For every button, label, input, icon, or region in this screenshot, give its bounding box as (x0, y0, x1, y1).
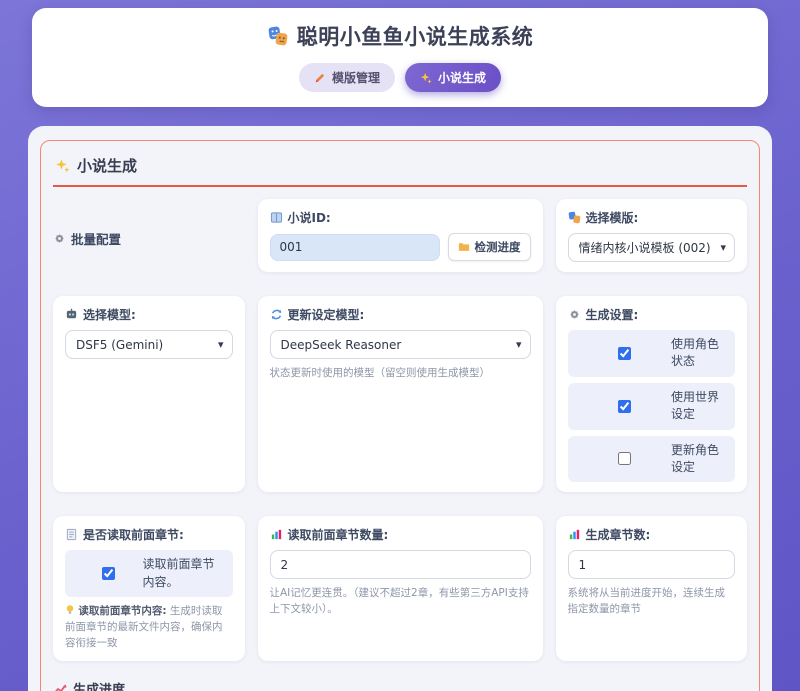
template-panel: 选择模版: 情绪内核小说模板 (002) ▾ (556, 199, 748, 272)
gen-count-panel: 生成章节数: 系统将从当前进度开始，连续生成指定数量的章节 (556, 516, 748, 661)
novel-id-input[interactable] (270, 234, 440, 261)
update-model-label: 更新设定模型: (270, 306, 531, 323)
page: 聪明小鱼鱼小说生成系统 模版管理 小说生成 (0, 0, 800, 691)
gen-settings-label: 生成设置: (568, 306, 736, 323)
pencil-icon (314, 72, 326, 84)
theater-masks-icon (568, 211, 581, 224)
folder-icon (458, 241, 470, 253)
novel-id-label: 小说ID: (270, 209, 531, 226)
read-prev-row: 读取前面章节内容。 (65, 550, 233, 597)
update-model-panel: 更新设定模型: DeepSeek Reasoner ▾ 状态更新时使用的模型（留… (258, 296, 543, 492)
lightbulb-icon (65, 604, 75, 615)
template-label: 选择模版: (568, 209, 736, 226)
gear-icon (53, 232, 66, 245)
use-world-setting-row: 使用世界设定 (568, 383, 736, 430)
bar-chart-icon (270, 528, 283, 541)
tab-row: 模版管理 小说生成 (42, 63, 758, 92)
robot-icon (65, 308, 78, 321)
prev-count-input[interactable] (270, 550, 531, 579)
tab-novel-generate[interactable]: 小说生成 (405, 63, 501, 92)
document-icon (65, 528, 78, 541)
tab-template-manage-label: 模版管理 (332, 69, 380, 86)
gear-icon (568, 308, 581, 321)
update-model-select[interactable]: DeepSeek Reasoner (270, 330, 531, 359)
batch-config-label: 批量配置 (53, 199, 245, 272)
gen-count-hint: 系统将从当前进度开始，连续生成指定数量的章节 (568, 586, 736, 618)
read-prev-label: 是否读取前面章节: (65, 526, 233, 543)
tab-template-manage[interactable]: 模版管理 (299, 63, 395, 92)
check-progress-button[interactable]: 检测进度 (448, 233, 531, 261)
novel-id-panel: 小说ID: 检测进度 (258, 199, 543, 272)
update-model-hint: 状态更新时使用的模型（留空则使用生成模型） (270, 366, 531, 382)
model-label: 选择模型: (65, 306, 233, 323)
use-character-state-row: 使用角色状态 (568, 330, 736, 377)
prev-count-hint: 让AI记忆更连贯。（建议不超过2章，有些第三方API支持上下文较小）。 (270, 586, 531, 618)
use-character-state-checkbox[interactable] (618, 347, 631, 360)
gen-count-label: 生成章节数: (568, 526, 736, 543)
read-prev-panel: 是否读取前面章节: 读取前面章节内容。 读取前面章节内容: (53, 516, 245, 661)
prev-count-panel: 读取前面章节数量: 让AI记忆更连贯。（建议不超过2章，有些第三方API支持上下… (258, 516, 543, 661)
read-prev-hint: 读取前面章节内容: 生成时读取前面章节的最新文件内容，确保内容衔接一致 (65, 604, 233, 651)
model-panel: 选择模型: DSF5 (Gemini) ▾ (53, 296, 245, 492)
novel-generate-section: 小说生成 批量配置 (40, 140, 760, 691)
tab-novel-generate-label: 小说生成 (438, 69, 486, 86)
app-title-text: 聪明小鱼鱼小说生成系统 (297, 21, 534, 51)
app-title: 聪明小鱼鱼小说生成系统 (42, 21, 758, 51)
section-title-text: 小说生成 (77, 155, 137, 176)
main-card: 小说生成 批量配置 (28, 126, 772, 691)
theater-masks-icon (267, 25, 289, 47)
trend-chart-icon (53, 682, 67, 691)
gen-count-input[interactable] (568, 550, 736, 579)
header-card: 聪明小鱼鱼小说生成系统 模版管理 小说生成 (32, 8, 768, 107)
update-character-setting-row: 更新角色设定 (568, 436, 736, 483)
sparkles-icon (55, 158, 70, 173)
progress-title: 生成进度 (53, 679, 747, 691)
read-prev-checkbox[interactable] (102, 567, 115, 580)
sparkles-icon (420, 72, 432, 84)
gen-settings-panel: 生成设置: 使用角色状态 使用世界设定 更新角色设定 (556, 296, 748, 492)
bar-chart-icon (568, 528, 581, 541)
template-select[interactable]: 情绪内核小说模板 (002) (568, 233, 736, 262)
update-character-setting-checkbox[interactable] (618, 452, 631, 465)
use-world-setting-checkbox[interactable] (618, 400, 631, 413)
section-title: 小说生成 (53, 152, 747, 187)
model-select[interactable]: DSF5 (Gemini) (65, 330, 233, 359)
refresh-icon (270, 308, 283, 321)
prev-count-label: 读取前面章节数量: (270, 526, 531, 543)
book-icon (270, 211, 283, 224)
